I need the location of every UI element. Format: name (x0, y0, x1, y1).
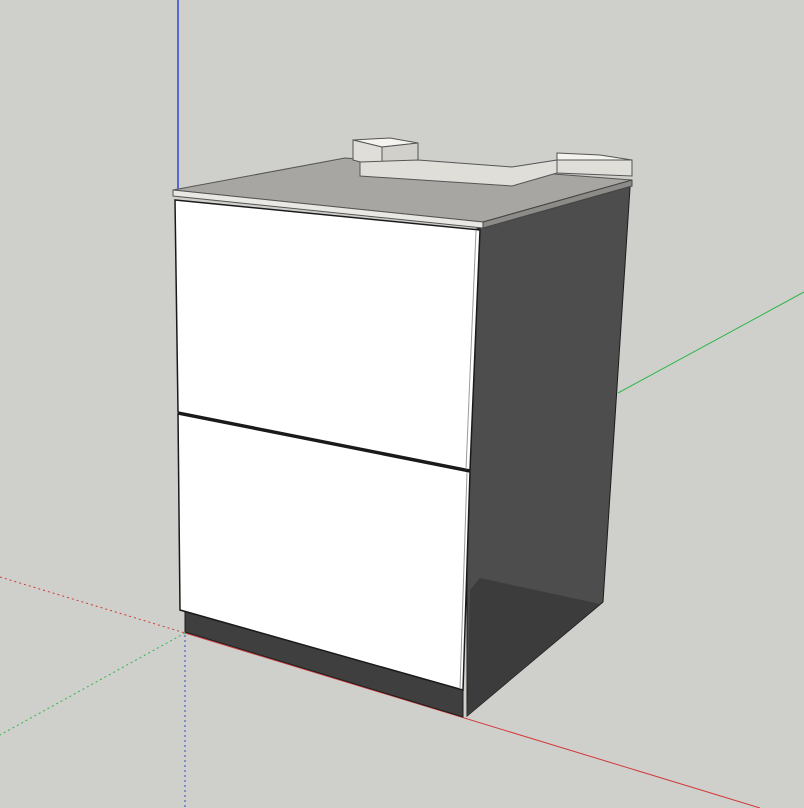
y-axis-positive (617, 291, 804, 394)
backsplash-right-front (556, 159, 633, 177)
3d-viewport[interactable] (0, 0, 804, 808)
scene-canvas[interactable] (0, 0, 804, 808)
y-axis-negative (0, 632, 186, 736)
backsplash-right-top (556, 152, 633, 161)
x-axis-negative (0, 576, 186, 634)
